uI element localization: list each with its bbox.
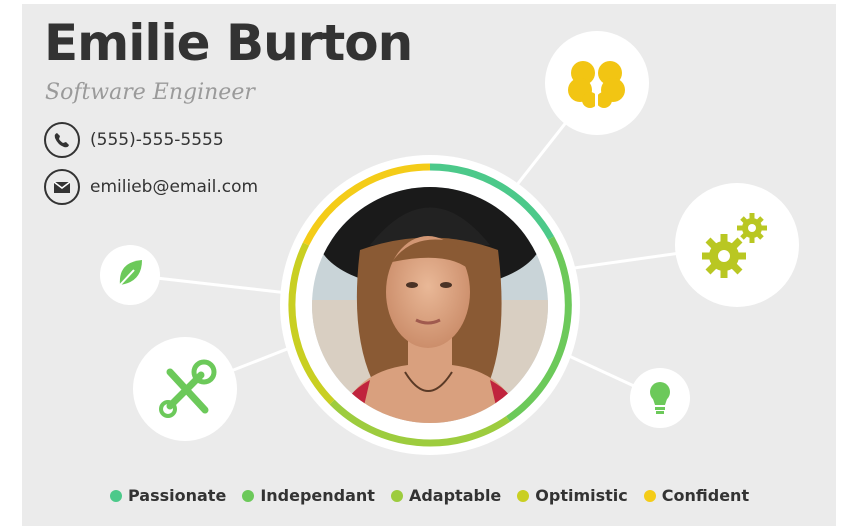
profile-job-title: Software Engineer <box>45 80 255 105</box>
legend-item-passionate: Passionate <box>110 486 226 505</box>
legend-item-confident: Confident <box>643 486 750 505</box>
avatar-photo <box>312 187 548 423</box>
phone-contact: (555)-555-5555 <box>44 122 224 158</box>
legend-dot <box>110 489 122 502</box>
legend-label: Passionate <box>128 486 227 505</box>
profile-graphic <box>100 31 799 455</box>
legend-item-independant: Independant <box>242 486 375 505</box>
legend-label: Independant <box>260 486 375 505</box>
legend-item-adaptable: Adaptable <box>390 486 502 505</box>
phone-number[interactable]: (555)-555-5555 <box>90 130 224 150</box>
profile-name: Emilie Burton <box>44 14 413 72</box>
legend-item-optimistic: Optimistic <box>517 486 628 505</box>
mail-icon <box>44 169 80 205</box>
skill-legend: Passionate Independant Adaptable Optimistic… <box>110 486 765 505</box>
legend-label: Confident <box>661 486 750 505</box>
legend-dot <box>643 489 656 502</box>
legend-label: Optimistic <box>535 486 628 505</box>
legend-dot <box>390 489 403 502</box>
phone-icon <box>44 122 80 158</box>
email-contact: emilieb@email.com <box>44 169 258 205</box>
email-address[interactable]: emilieb@email.com <box>90 177 258 197</box>
legend-label: Adaptable <box>408 486 502 505</box>
legend-dot <box>517 489 530 502</box>
legend-dot <box>242 489 255 502</box>
